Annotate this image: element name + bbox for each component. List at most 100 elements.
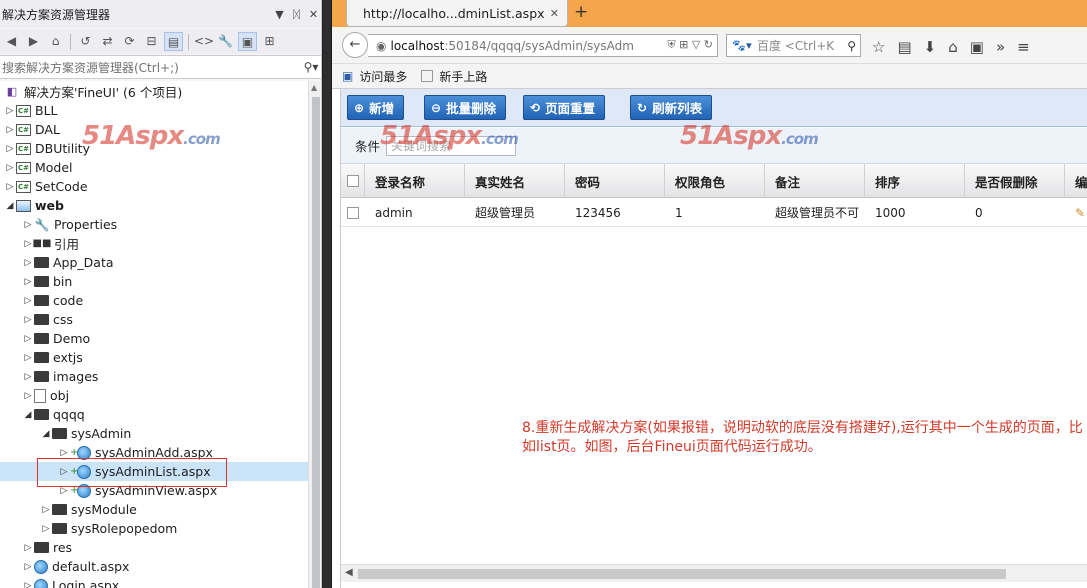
tree-item[interactable]: ▷ ■■ 引用 xyxy=(0,234,308,253)
column-header-realname[interactable]: 真实姓名 xyxy=(465,164,565,198)
menu-icon[interactable]: ≡ xyxy=(1017,38,1030,56)
search-engine-box[interactable]: 🐾▾ 百度 <Ctrl+K ⚲ xyxy=(726,34,861,57)
collapsed-arrow-icon[interactable]: ▷ xyxy=(22,315,34,325)
collapsed-arrow-icon[interactable]: ▷ xyxy=(22,581,34,588)
expanded-arrow-icon[interactable]: ◢ xyxy=(4,201,16,211)
browser-tab[interactable]: http://localho...dminList.aspx ✕ xyxy=(346,0,568,27)
search-icon[interactable]: ⚲ xyxy=(847,39,856,53)
scrollbar-thumb[interactable] xyxy=(312,97,320,588)
tree-item[interactable]: ▷ Login.aspx xyxy=(0,576,308,588)
column-header-edit[interactable]: 编 xyxy=(1065,164,1087,198)
preview-icon[interactable]: ▣ xyxy=(238,32,257,51)
baidu-engine-icon[interactable]: 🐾▾ xyxy=(727,39,757,52)
home-icon[interactable]: ⌂ xyxy=(948,38,958,56)
scroll-left-icon[interactable]: ◀ xyxy=(345,567,353,578)
solution-search-box[interactable]: 搜索解决方案资源管理器(Ctrl+;) ⚲▾ xyxy=(0,55,321,79)
tree-item[interactable]: ▷ C# Model xyxy=(0,158,308,177)
column-header-role[interactable]: 权限角色 xyxy=(665,164,765,198)
tree-item[interactable]: ◧ 解决方案'FineUI' (6 个项目) xyxy=(0,82,308,101)
collapsed-arrow-icon[interactable]: ▷ xyxy=(22,334,34,344)
refresh-list-button[interactable]: ↻ 刷新列表 xyxy=(630,95,713,120)
table-row[interactable]: admin 超级管理员 123456 1 超级管理员不可 1000 0 ✎ xyxy=(341,198,1087,227)
back-button-icon[interactable]: ← xyxy=(342,32,368,58)
collapsed-arrow-icon[interactable]: ▷ xyxy=(22,258,34,268)
tab-close-icon[interactable]: ✕ xyxy=(550,7,559,20)
tree-item[interactable]: ▷ sysModule xyxy=(0,500,308,519)
collapsed-arrow-icon[interactable]: ▷ xyxy=(22,372,34,382)
tree-item[interactable]: ▷ extjs xyxy=(0,348,308,367)
collapsed-arrow-icon[interactable]: ▷ xyxy=(22,353,34,363)
tree-item[interactable]: ▷ default.aspx xyxy=(0,557,308,576)
collapsed-arrow-icon[interactable]: ▷ xyxy=(4,144,16,154)
tree-item[interactable]: ▷ C# BLL xyxy=(0,101,308,120)
tree-item[interactable]: ▷ App_Data xyxy=(0,253,308,272)
scroll-up-icon[interactable]: ▲ xyxy=(311,83,317,92)
collapsed-arrow-icon[interactable]: ▷ xyxy=(58,486,70,496)
column-header-password[interactable]: 密码 xyxy=(565,164,665,198)
search-icon[interactable]: ⚲▾ xyxy=(300,60,321,74)
tree-item[interactable]: ▷ Demo xyxy=(0,329,308,348)
expanded-arrow-icon[interactable]: ◢ xyxy=(22,410,34,420)
new-tab-icon[interactable]: + xyxy=(574,2,588,22)
grid-horizontal-scrollbar[interactable]: ◀ xyxy=(341,564,1087,582)
collapsed-arrow-icon[interactable]: ▷ xyxy=(22,277,34,287)
tree-vertical-scrollbar[interactable]: ▲ xyxy=(308,81,321,588)
page-reset-button[interactable]: ⟲ 页面重置 xyxy=(523,95,606,120)
collapsed-arrow-icon[interactable]: ▷ xyxy=(22,391,34,401)
overflow-icon[interactable]: » xyxy=(996,38,1005,56)
collapsed-arrow-icon[interactable]: ▷ xyxy=(4,182,16,192)
collapsed-arrow-icon[interactable]: ▷ xyxy=(4,163,16,173)
expanded-arrow-icon[interactable]: ◢ xyxy=(40,429,52,439)
show-all-files-icon[interactable]: ▤ xyxy=(164,32,183,51)
tree-item[interactable]: ◢ qqqq xyxy=(0,405,308,424)
download-icon[interactable]: ⬇ xyxy=(924,38,937,56)
row-checkbox[interactable] xyxy=(347,206,359,219)
tree-item[interactable]: ◢ sysAdmin xyxy=(0,424,308,443)
tree-item[interactable]: ▷ bin xyxy=(0,272,308,291)
tree-item[interactable]: ▷ obj xyxy=(0,386,308,405)
column-header-sort[interactable]: 排序 xyxy=(865,164,965,198)
scrollbar-thumb[interactable] xyxy=(358,569,1006,579)
back-icon[interactable]: ◀ xyxy=(2,32,21,51)
url-actions-icon[interactable]: ⛨ ⊞ ▽ ↻ xyxy=(667,38,713,52)
close-icon[interactable]: ✕ xyxy=(305,8,321,21)
bookmark-star-icon[interactable]: ☆ xyxy=(872,38,885,56)
home-icon[interactable]: ⌂ xyxy=(46,32,65,51)
collapsed-arrow-icon[interactable]: ▷ xyxy=(4,106,16,116)
refresh-icon[interactable]: ⟳ xyxy=(120,32,139,51)
collapsed-arrow-icon[interactable]: ▷ xyxy=(22,543,34,553)
reading-list-icon[interactable]: ▤ xyxy=(897,38,911,56)
tree-item[interactable]: ▷ res xyxy=(0,538,308,557)
dropdown-arrow-icon[interactable]: ▼ xyxy=(271,8,288,21)
row-select[interactable] xyxy=(341,198,365,227)
tree-item[interactable]: ▷ 🔧 Properties xyxy=(0,215,308,234)
tree-item[interactable]: ▷ code xyxy=(0,291,308,310)
column-header-login[interactable]: 登录名称 xyxy=(365,164,465,198)
sync-icon[interactable]: ⇄ xyxy=(98,32,117,51)
collapsed-arrow-icon[interactable]: ▷ xyxy=(22,296,34,306)
url-bar[interactable]: ◉ localhost :50184/qqqq/sysAdmin/sysAdm … xyxy=(368,34,718,57)
header-select-all[interactable] xyxy=(341,164,365,198)
pin-icon[interactable]: ᛞ xyxy=(288,8,305,21)
screenshot-icon[interactable]: ▣ xyxy=(970,38,984,56)
bookmark-most-visited[interactable]: 访问最多 xyxy=(359,68,407,85)
tree-item[interactable]: ▷ css xyxy=(0,310,308,329)
properties-wrench-icon[interactable]: 🔧 xyxy=(216,32,235,51)
add-button[interactable]: ⊕ 新增 xyxy=(347,95,405,120)
view-code-icon[interactable]: <> xyxy=(194,32,214,51)
collapsed-arrow-icon[interactable]: ▷ xyxy=(4,125,16,135)
class-diagram-icon[interactable]: ⊞ xyxy=(260,32,279,51)
tree-item[interactable]: ▷ sysRolepopedom xyxy=(0,519,308,538)
collapsed-arrow-icon[interactable]: ▷ xyxy=(40,505,52,515)
batch-delete-button[interactable]: ⊖ 批量删除 xyxy=(424,95,507,120)
tree-item[interactable]: ◢ web xyxy=(0,196,308,215)
forward-icon[interactable]: ▶ xyxy=(24,32,43,51)
tree-item[interactable]: ▷ C# SetCode xyxy=(0,177,308,196)
collapsed-arrow-icon[interactable]: ▷ xyxy=(40,524,52,534)
bookmark-getting-started[interactable]: 新手上路 xyxy=(439,68,487,85)
select-all-checkbox[interactable] xyxy=(347,175,359,187)
collapsed-arrow-icon[interactable]: ▷ xyxy=(22,220,34,230)
column-header-isdeleted[interactable]: 是否假删除 xyxy=(965,164,1065,198)
column-header-remark[interactable]: 备注 xyxy=(765,164,865,198)
history-icon[interactable]: ↺ xyxy=(76,32,95,51)
